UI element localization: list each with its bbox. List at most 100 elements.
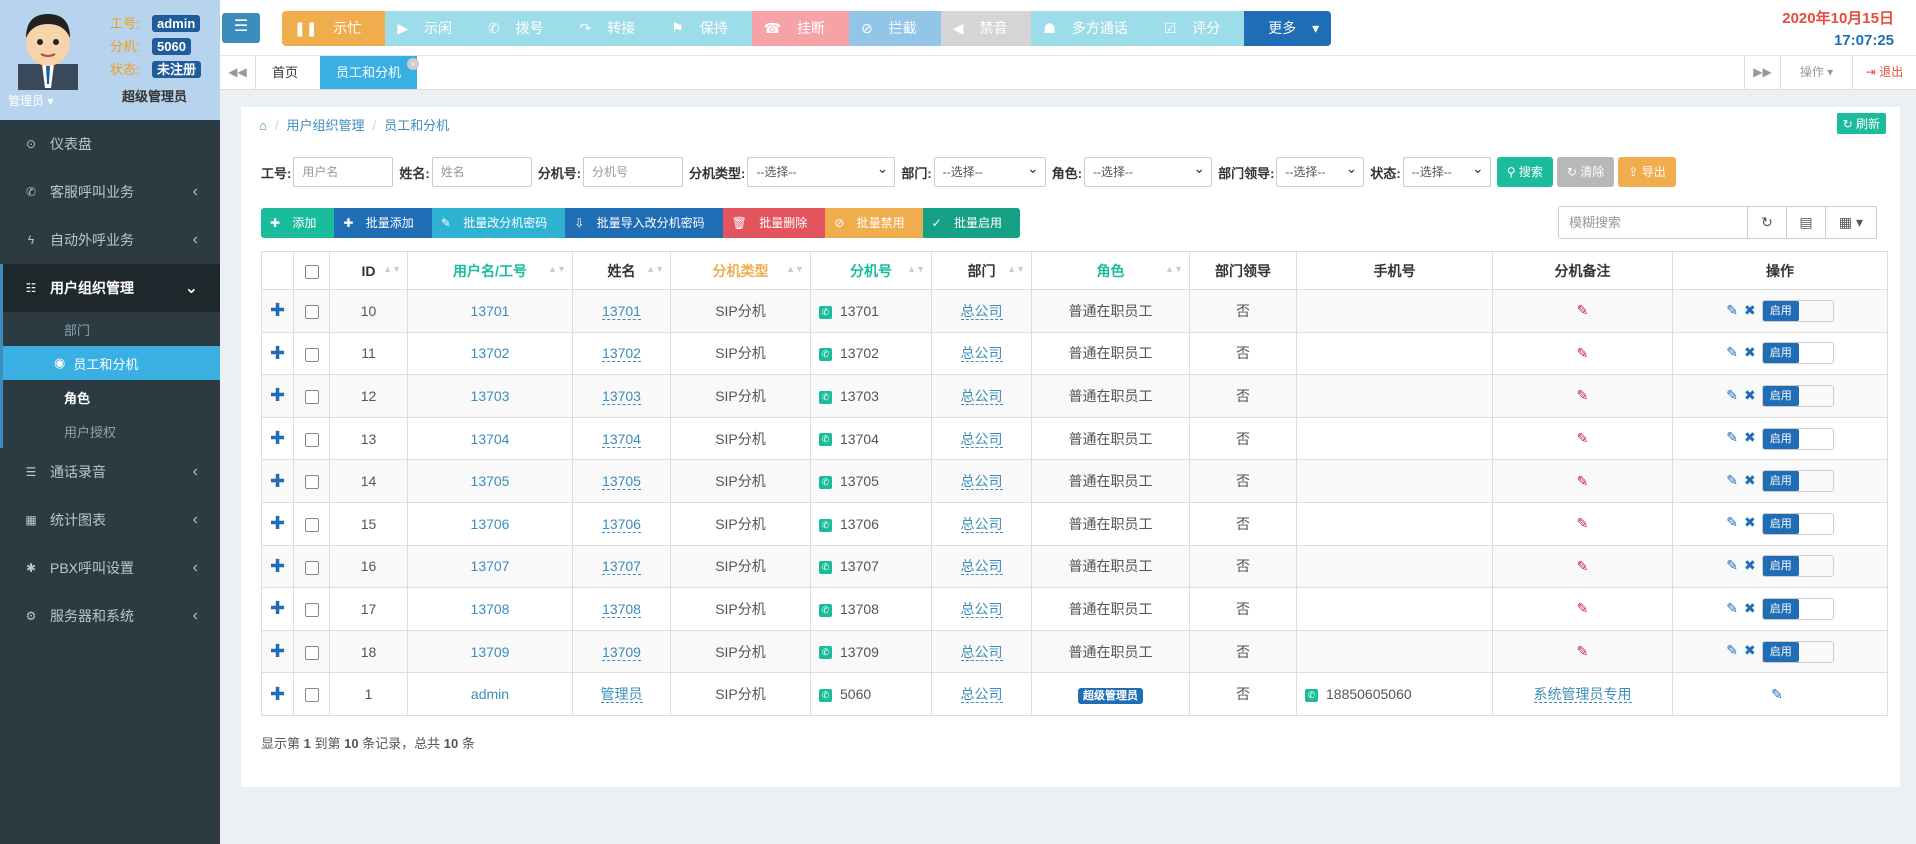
dept-editable[interactable]: 总公司 <box>960 600 1003 618</box>
edit-icon[interactable]: ✎ <box>1771 686 1783 702</box>
col-dept[interactable]: 部门 ▲▼ <box>931 251 1032 290</box>
enable-toggle[interactable]: 启用 <box>1761 470 1834 493</box>
sidebar-sub-role[interactable]: 角色 <box>3 380 220 414</box>
edit-icon[interactable]: ✎ <box>1726 387 1738 403</box>
enable-toggle[interactable]: 启用 <box>1761 640 1834 663</box>
role-select[interactable]: --选择-- <box>1084 154 1213 187</box>
idle-button[interactable]: ▶ 示闲 <box>385 11 477 46</box>
delete-icon[interactable]: ✖ <box>1744 344 1756 360</box>
username-link[interactable]: 13703 <box>471 388 510 404</box>
expand-icon[interactable]: ✚ <box>270 471 285 491</box>
row-checkbox[interactable] <box>304 432 319 447</box>
refresh-button[interactable]: ↻ 刷新 <box>1836 113 1886 134</box>
batch-disable-button[interactable]: ⊘ 批量禁用 <box>825 208 923 238</box>
sidebar-item-auto-outbound[interactable]: ϟ 自动外呼业务 ‹ <box>0 216 220 264</box>
expand-icon[interactable]: ✚ <box>270 513 285 533</box>
batch-import-password-button[interactable]: ⇩ 批量导入改分机密码 <box>565 208 723 238</box>
dial-button[interactable]: ✆ 拨号 <box>476 11 568 46</box>
col-name[interactable]: 姓名 ▲▼ <box>572 251 671 290</box>
edit-note-icon[interactable]: ✎ <box>1577 302 1589 318</box>
dept-editable[interactable]: 总公司 <box>960 515 1003 533</box>
username-link[interactable]: 13706 <box>471 516 510 532</box>
busy-button[interactable]: ❚❚ 示忙 <box>282 11 386 46</box>
delete-icon[interactable]: ✖ <box>1744 429 1756 445</box>
expand-icon[interactable]: ✚ <box>270 598 285 618</box>
name-editable[interactable]: 13705 <box>602 473 641 491</box>
username-link[interactable]: admin <box>471 686 509 702</box>
transfer-button[interactable]: ↷ 转接 <box>567 11 660 46</box>
row-checkbox[interactable] <box>304 560 319 575</box>
sidebar-item-user-org[interactable]: ☷ 用户组织管理 ⌄ <box>0 264 220 312</box>
batch-change-password-button[interactable]: ✎ 批量改分机密码 <box>431 208 566 238</box>
refresh-table-button[interactable]: ↻ <box>1747 206 1787 239</box>
export-button[interactable]: ⇪ 导出 <box>1618 157 1676 187</box>
name-editable[interactable]: 13701 <box>602 302 641 320</box>
toggle-view-button[interactable]: ▤ <box>1786 206 1826 239</box>
batch-delete-button[interactable]: 🗑 批量删除 <box>722 208 826 238</box>
menu-toggle-button[interactable]: ☰ <box>222 13 260 43</box>
logout-button[interactable]: ⇥ 退出 <box>1852 56 1916 89</box>
tab-ops-button[interactable]: 操作 ▾ <box>1780 56 1852 89</box>
edit-note-icon[interactable]: ✎ <box>1577 387 1589 403</box>
fuzzy-search-input[interactable]: 模糊搜索 <box>1558 206 1748 239</box>
columns-button[interactable]: ▦ ▾ <box>1825 206 1877 239</box>
enable-toggle[interactable]: 启用 <box>1761 555 1834 578</box>
delete-icon[interactable]: ✖ <box>1744 557 1756 573</box>
row-checkbox[interactable] <box>304 688 319 703</box>
enable-toggle[interactable]: 启用 <box>1761 427 1834 450</box>
batch-enable-button[interactable]: ✓ 批量启用 <box>922 208 1021 238</box>
username-link[interactable]: 13702 <box>471 345 510 361</box>
edit-icon[interactable]: ✎ <box>1726 472 1738 488</box>
dept-editable[interactable]: 总公司 <box>960 387 1003 405</box>
edit-note-icon[interactable]: ✎ <box>1577 515 1589 531</box>
col-ext-type[interactable]: 分机类型 ▲▼ <box>670 251 811 290</box>
expand-icon[interactable]: ✚ <box>270 428 285 448</box>
sidebar-item-stats[interactable]: ▦ 统计图表 ‹ <box>0 496 220 544</box>
tab-home[interactable]: 首页 <box>256 56 314 89</box>
edit-icon[interactable]: ✎ <box>1726 302 1738 318</box>
edit-icon[interactable]: ✎ <box>1726 429 1738 445</box>
breadcrumb-item[interactable]: 员工和分机 <box>384 118 449 133</box>
row-checkbox[interactable] <box>304 603 319 618</box>
username-link[interactable]: 13704 <box>471 431 510 447</box>
name-editable[interactable]: 13703 <box>602 387 641 405</box>
dept-editable[interactable]: 总公司 <box>960 686 1003 704</box>
delete-icon[interactable]: ✖ <box>1744 642 1756 658</box>
delete-icon[interactable]: ✖ <box>1744 600 1756 616</box>
expand-icon[interactable]: ✚ <box>270 300 285 320</box>
col-username[interactable]: 用户名/工号 ▲▼ <box>407 251 573 290</box>
enable-toggle[interactable]: 启用 <box>1761 299 1834 322</box>
username-link[interactable]: 13708 <box>471 601 510 617</box>
mute-button[interactable]: ◀ 禁音 <box>940 11 1032 46</box>
dept-editable[interactable]: 总公司 <box>960 558 1003 576</box>
enable-toggle[interactable]: 启用 <box>1761 384 1834 407</box>
dept-editable[interactable]: 总公司 <box>960 643 1003 661</box>
name-editable[interactable]: 13708 <box>602 600 641 618</box>
name-editable[interactable]: 13709 <box>602 643 641 661</box>
sidebar-item-service-call[interactable]: ✆ 客服呼叫业务 ‹ <box>0 168 220 216</box>
edit-note-icon[interactable]: ✎ <box>1577 345 1589 361</box>
breadcrumb-item[interactable]: 用户组织管理 <box>286 118 364 133</box>
col-role[interactable]: 角色 ▲▼ <box>1031 251 1190 290</box>
enable-toggle[interactable]: 启用 <box>1761 512 1834 535</box>
conference-button[interactable]: ☗ 多方通话 <box>1031 11 1152 46</box>
sidebar-item-dashboard[interactable]: ⊙ 仪表盘 <box>0 120 220 168</box>
dept-editable[interactable]: 总公司 <box>960 430 1003 448</box>
hangup-button[interactable]: ☎ 挂断 <box>751 11 850 46</box>
ext-type-select[interactable]: --选择-- <box>747 154 896 187</box>
name-editable[interactable]: 13707 <box>602 558 641 576</box>
edit-icon[interactable]: ✎ <box>1726 600 1738 616</box>
search-button[interactable]: ⚲ 搜索 <box>1496 157 1553 187</box>
sidebar-sub-auth[interactable]: 用户授权 <box>3 414 220 448</box>
row-checkbox[interactable] <box>304 517 319 532</box>
name-input[interactable]: 姓名 <box>431 157 532 187</box>
edit-note-icon[interactable]: ✎ <box>1577 600 1589 616</box>
intercept-button[interactable]: ⊘ 拦截 <box>849 11 941 46</box>
batch-add-button[interactable]: ✚ 批量添加 <box>334 208 432 238</box>
edit-note-icon[interactable]: ✎ <box>1577 430 1589 446</box>
username-link[interactable]: 13701 <box>471 303 510 319</box>
delete-icon[interactable]: ✖ <box>1744 302 1756 318</box>
select-all-checkbox[interactable] <box>304 264 319 279</box>
expand-icon[interactable]: ✚ <box>270 343 285 363</box>
expand-icon[interactable]: ✚ <box>270 641 285 661</box>
